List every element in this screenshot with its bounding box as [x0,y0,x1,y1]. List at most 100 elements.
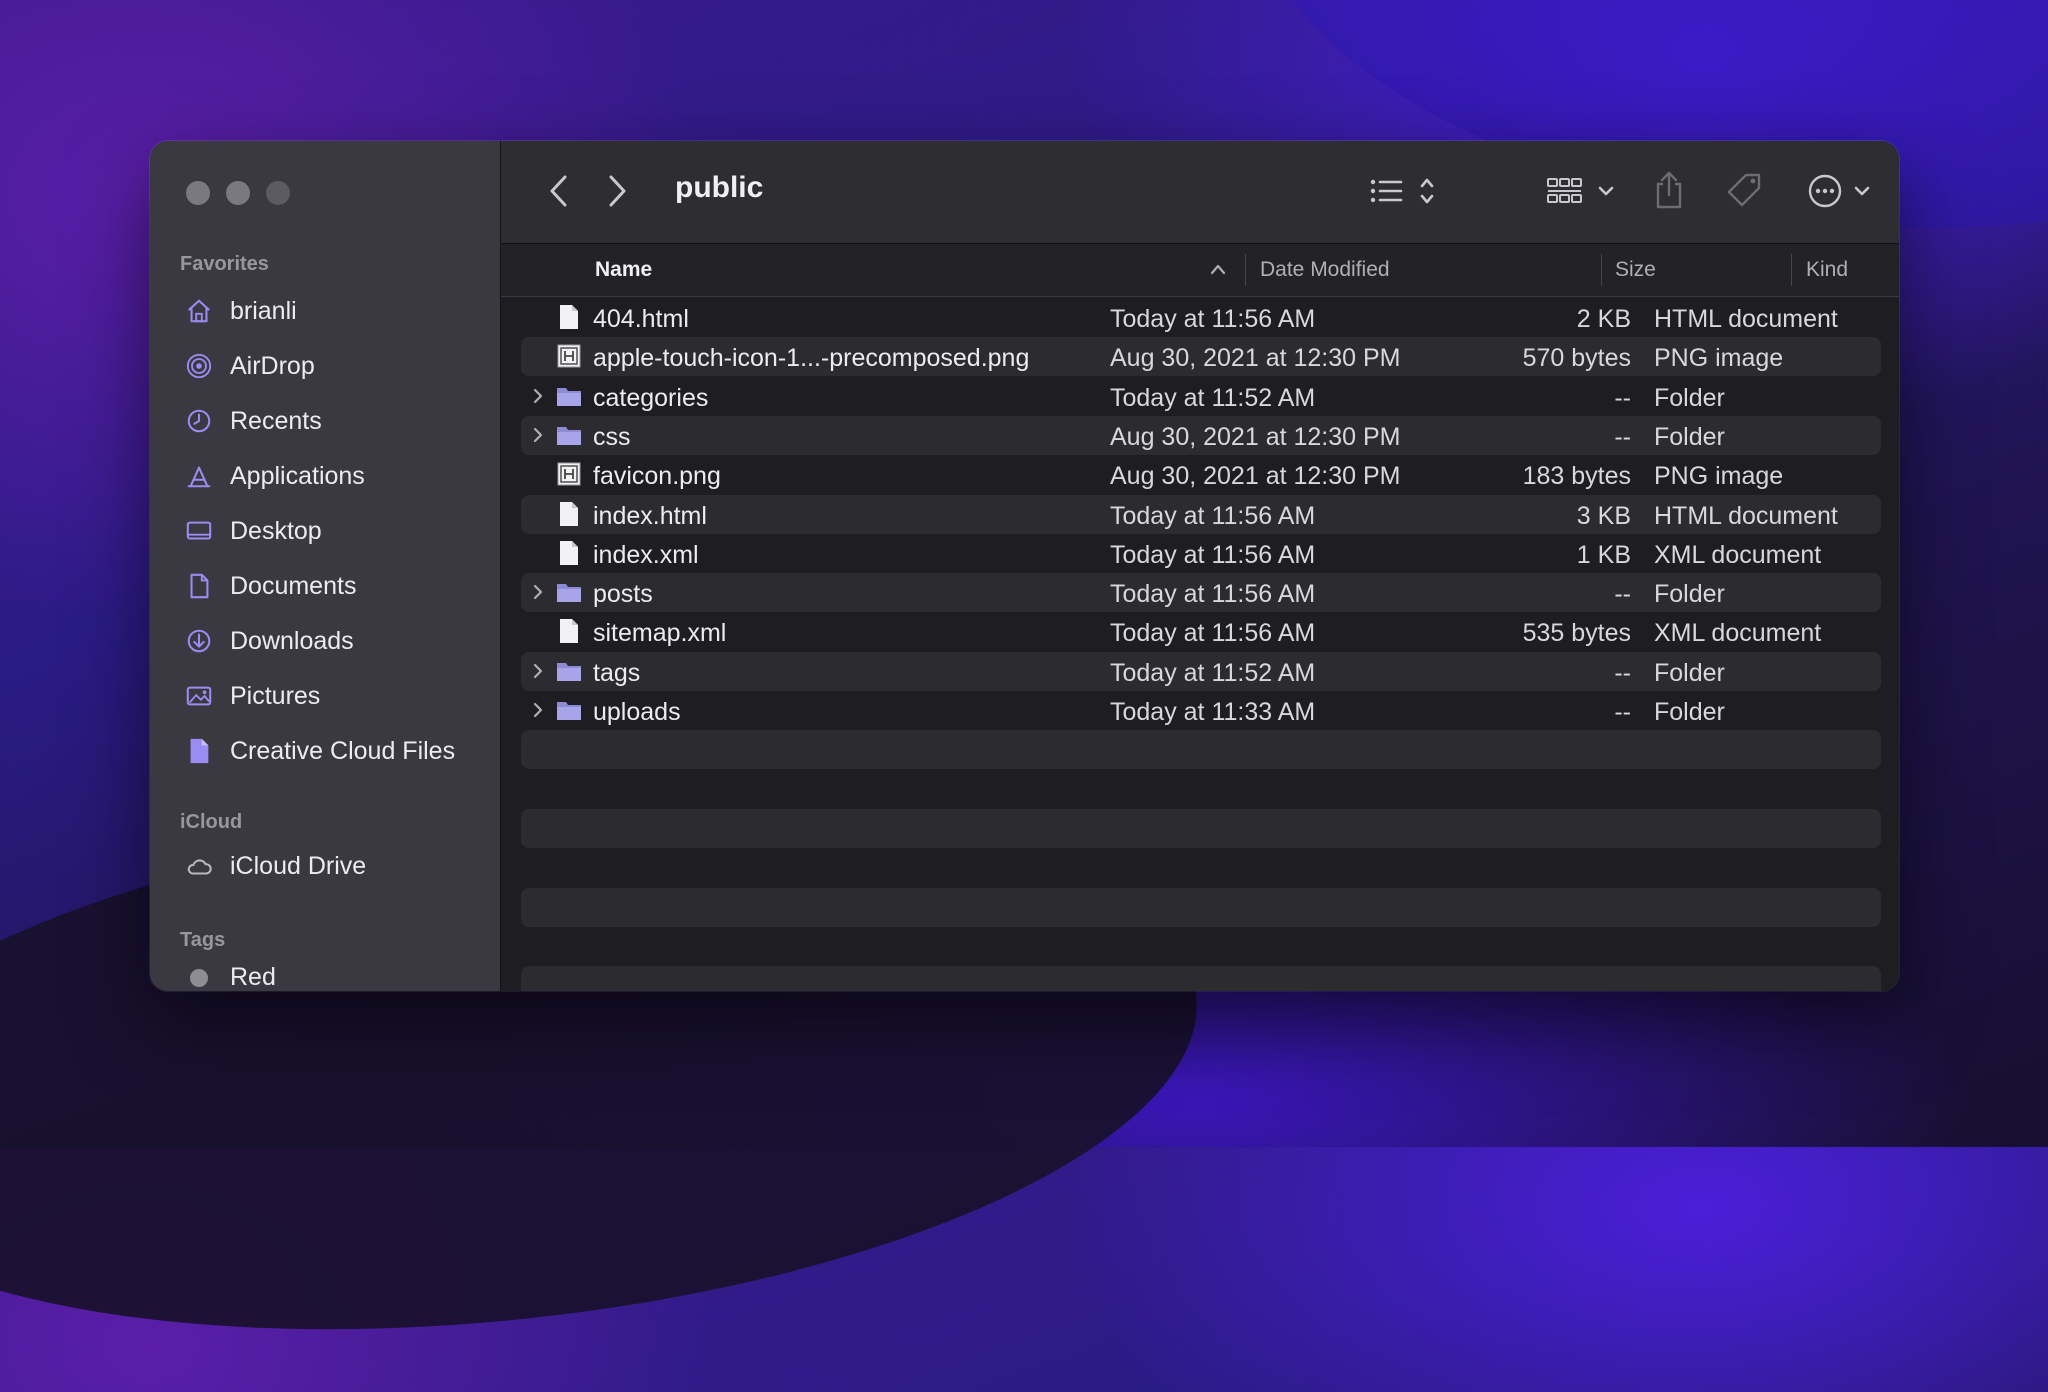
tags-heading: Tags [180,929,226,951]
kind-column-header[interactable]: Kind [1806,258,1848,282]
sidebar-item-label: Downloads [230,626,354,655]
sidebar-item-desktop[interactable]: Desktop [184,511,322,551]
file-kind: PNG image [1654,462,1784,491]
tag-button[interactable] [1723,169,1767,213]
sidebar-item-pictures[interactable]: Pictures [184,676,320,716]
column-separator [1601,254,1602,286]
file-size: -- [1614,422,1631,451]
table-row[interactable]: tags Today at 11:52 AM -- Folder [521,651,1881,691]
picture-icon [184,681,214,711]
close-button[interactable] [186,181,210,205]
file-date-modified: Today at 11:33 AM [1110,698,1316,726]
sidebar-item-downloads[interactable]: Downloads [184,621,354,661]
size-column-header[interactable]: Size [1615,258,1656,282]
column-header: Name Date Modified Size Kind [501,244,1899,297]
folder-icon [557,426,581,445]
file-name: favicon.png [593,462,721,491]
sidebar-item-recents[interactable]: Recents [184,401,322,441]
date-modified-column-header[interactable]: Date Modified [1260,258,1390,282]
image-file-icon [557,462,581,486]
disclosure-triangle-icon[interactable] [529,583,547,601]
table-row[interactable]: 404.html Today at 11:56 AM 2 KB HTML docume… [521,298,1881,337]
sidebar-item-label: Applications [230,461,365,490]
group-button[interactable] [1545,169,1621,213]
folder-icon [557,387,581,406]
empty-row [521,808,1881,848]
share-icon [1656,171,1682,209]
icloud-heading: iCloud [180,811,243,833]
favorites-heading: Favorites [180,253,269,275]
table-row[interactable]: favicon.png Aug 30, 2021 at 12:30 PM 183 b… [521,455,1881,494]
file-name: apple-touch-icon-1...-precomposed.png [593,344,1030,373]
sidebar-item-icloud-drive[interactable]: iCloud Drive [184,846,366,886]
file-size: 2 KB [1576,305,1631,333]
share-button[interactable] [1649,167,1689,213]
table-row[interactable]: categories Today at 11:52 AM -- Folder [521,377,1881,416]
file-date-modified: Today at 11:52 AM [1110,658,1316,687]
file-date-modified: Today at 11:56 AM [1110,540,1316,569]
file-kind: Folder [1654,422,1725,451]
file-date-modified: Today at 11:56 AM [1110,305,1316,333]
document-icon [184,571,214,601]
file-kind: Folder [1654,658,1725,687]
back-button[interactable] [539,171,579,211]
file-name: sitemap.xml [593,619,727,648]
image-file-icon [557,344,581,368]
document-file-icon [560,619,578,644]
sidebar-item-label: Desktop [230,516,322,545]
file-size: -- [1614,658,1631,687]
file-kind: HTML document [1654,305,1838,333]
sidebar-item-red[interactable]: Red [184,963,276,991]
table-row[interactable]: index.html Today at 11:56 AM 3 KB HTML docu… [521,494,1881,534]
disclosure-triangle-icon[interactable] [529,701,547,719]
file-size: -- [1614,383,1631,412]
document-file-icon [560,540,578,565]
applications-icon [184,461,214,491]
sidebar-item-documents[interactable]: Documents [184,566,356,606]
disclosure-triangle-icon[interactable] [529,662,547,680]
empty-row [521,887,1881,927]
sidebar-item-label: Pictures [230,681,321,710]
file-kind: Folder [1654,580,1725,609]
disclosure-triangle-icon[interactable] [529,426,547,444]
file-kind: Folder [1654,698,1725,726]
file-size: 535 bytes [1522,619,1631,648]
table-row[interactable]: posts Today at 11:56 AM -- Folder [521,573,1881,613]
table-row[interactable]: css Aug 30, 2021 at 12:30 PM -- Folder [521,415,1881,455]
file-kind: Folder [1654,383,1725,412]
sidebar-item-label: Creative Cloud Files [230,736,456,765]
sidebar-item-label: Documents [230,571,357,600]
sidebar-item-brianli[interactable]: brianli [184,291,297,331]
sidebar-item-airdrop[interactable]: AirDrop [184,346,315,386]
table-row[interactable]: sitemap.xml Today at 11:56 AM 535 bytes XML… [521,612,1881,651]
window-controls [186,181,290,205]
toolbar: public [501,141,1899,244]
sidebar-item-label: iCloud Drive [230,851,367,880]
file-date-modified: Aug 30, 2021 at 12:30 PM [1110,422,1401,451]
view-options-button[interactable] [1367,169,1447,213]
table-row[interactable]: uploads Today at 11:33 AM -- Folder [521,691,1881,730]
file-browser: public Name Date Modified Size Kind 404.… [501,141,1899,991]
forward-button[interactable] [597,171,637,211]
file-size: -- [1614,698,1631,726]
sidebar-item-creative-cloud-files[interactable]: Creative Cloud Files [184,731,455,771]
document-file-icon [560,501,578,526]
name-column-header[interactable]: Name [595,258,652,282]
file-name: tags [593,658,641,687]
zoom-button[interactable] [266,181,290,205]
sidebar: Favorites iCloud Tags brianli AirDrop Rece… [150,141,501,991]
disclosure-triangle-icon[interactable] [529,387,547,405]
table-row[interactable]: index.xml Today at 11:56 AM 1 KB XML docume… [521,534,1881,573]
file-name: 404.html [593,305,689,333]
sidebar-item-applications[interactable]: Applications [184,456,365,496]
clock-icon [184,406,214,436]
file-kind: HTML document [1654,501,1838,530]
minimize-button[interactable] [226,181,250,205]
file-kind: XML document [1654,540,1822,569]
sidebar-item-label: Recents [230,406,322,435]
folder-icon [557,662,581,681]
table-row[interactable]: apple-touch-icon-1...-precomposed.png Aug… [521,337,1881,377]
action-button[interactable] [1807,169,1883,213]
folder-icon [557,702,581,720]
window-title: public [675,171,764,204]
